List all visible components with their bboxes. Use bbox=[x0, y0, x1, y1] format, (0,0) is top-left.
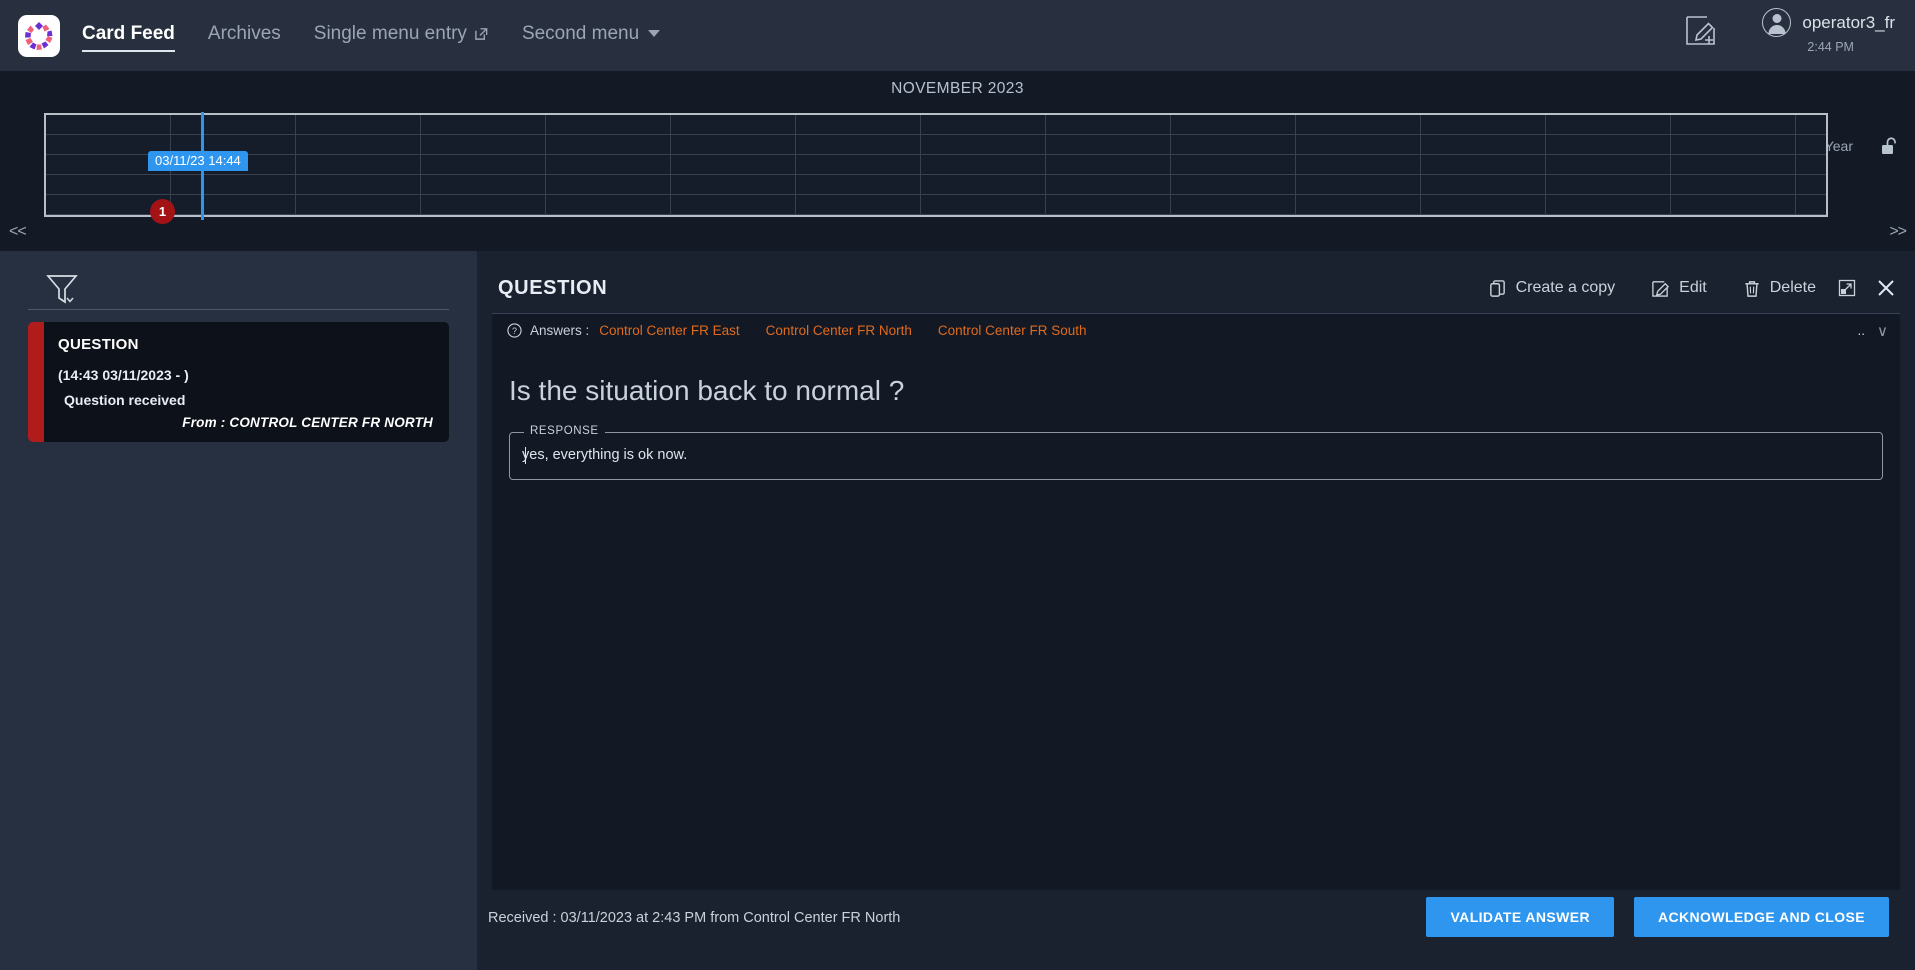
trash-icon bbox=[1743, 279, 1761, 298]
nav-item-card-feed-label: Card Feed bbox=[82, 23, 175, 45]
top-navigation-bar: Card Feed Archives Single menu entry Sec… bbox=[0, 0, 1915, 71]
edit-button[interactable]: Edit bbox=[1633, 279, 1725, 298]
chevron-down-icon bbox=[648, 30, 660, 37]
user-menu[interactable]: operator3_fr 2:44 PM bbox=[1762, 8, 1895, 54]
question-mark-icon: ? bbox=[507, 323, 522, 338]
response-input-wrapper[interactable]: RESPONSE yes, everything is ok now. bbox=[509, 432, 1883, 480]
nav-item-single-menu-entry[interactable]: Single menu entry bbox=[314, 23, 489, 49]
card-date: (14:43 03/11/2023 - ) bbox=[58, 367, 433, 383]
svg-text:?: ? bbox=[512, 326, 517, 336]
unlock-glyph bbox=[1881, 137, 1898, 155]
card-detail-panel: QUESTION Create a copy Edit bbox=[477, 251, 1915, 970]
detail-header: QUESTION Create a copy Edit bbox=[477, 263, 1915, 313]
page-title: QUESTION bbox=[498, 277, 607, 300]
answers-label: Answers : bbox=[530, 323, 589, 338]
close-icon bbox=[1876, 278, 1896, 298]
card-state: Question received bbox=[64, 392, 433, 408]
edit-pencil-icon bbox=[1651, 279, 1670, 298]
filter-divider bbox=[28, 309, 449, 310]
answers-expand-chevron-icon[interactable]: ∨ bbox=[1877, 322, 1888, 340]
timeline-grid[interactable] bbox=[44, 115, 1828, 215]
create-a-copy-label: Create a copy bbox=[1516, 279, 1616, 297]
app-logo[interactable] bbox=[18, 15, 60, 57]
footer-buttons: VALIDATE ANSWER ACKNOWLEDGE AND CLOSE bbox=[1426, 897, 1889, 937]
answers-bar: ? Answers : Control Center FR East Contr… bbox=[492, 314, 1900, 347]
timeline-month-label: NOVEMBER 2023 bbox=[0, 80, 1915, 98]
filter-funnel-icon[interactable] bbox=[45, 272, 79, 311]
card-title: QUESTION bbox=[58, 336, 433, 353]
expand-button[interactable] bbox=[1834, 279, 1868, 297]
funnel-glyph bbox=[45, 272, 79, 306]
card-from: From : CONTROL CENTER FR NORTH bbox=[58, 415, 433, 430]
user-time-label: 2:44 PM bbox=[1807, 40, 1854, 54]
user-avatar-icon bbox=[1762, 8, 1791, 37]
timeline-panel: NOVEMBER 2023 Real Time Day 7 Days Week … bbox=[0, 71, 1915, 251]
answer-chip[interactable]: Control Center FR North bbox=[766, 323, 912, 338]
username-label: operator3_fr bbox=[1802, 13, 1895, 33]
expand-icon bbox=[1838, 279, 1856, 297]
nav-item-single-menu-entry-label: Single menu entry bbox=[314, 23, 467, 45]
close-button[interactable] bbox=[1868, 278, 1900, 298]
response-label: RESPONSE bbox=[524, 425, 605, 437]
pencil-plus-icon bbox=[1684, 14, 1718, 48]
edit-label: Edit bbox=[1679, 279, 1707, 297]
detail-actions: Create a copy Edit Delete bbox=[1470, 278, 1915, 298]
response-input[interactable]: yes, everything is ok now. bbox=[522, 447, 687, 463]
text-caret bbox=[525, 447, 526, 464]
create-a-copy-button[interactable]: Create a copy bbox=[1470, 279, 1634, 298]
nav-item-archives[interactable]: Archives bbox=[208, 23, 281, 49]
nav-item-second-menu-label: Second menu bbox=[522, 23, 639, 45]
answer-chip[interactable]: Control Center FR South bbox=[938, 323, 1087, 338]
received-info: Received : 03/11/2023 at 2:43 PM from Co… bbox=[488, 910, 900, 926]
card-severity-bar bbox=[28, 322, 44, 442]
answers-more-button[interactable]: .. bbox=[1858, 323, 1866, 338]
timeline-next-button[interactable]: >> bbox=[1889, 223, 1906, 241]
acknowledge-and-close-button[interactable]: ACKNOWLEDGE AND CLOSE bbox=[1634, 897, 1889, 937]
filter-row bbox=[0, 251, 477, 310]
card-feed-panel: QUESTION (14:43 03/11/2023 - ) Question … bbox=[0, 251, 477, 970]
timeline-event-badge[interactable]: 1 bbox=[150, 199, 175, 224]
unlock-icon[interactable] bbox=[1881, 137, 1898, 158]
delete-button[interactable]: Delete bbox=[1725, 279, 1834, 298]
copy-icon bbox=[1488, 279, 1507, 298]
card-body: Is the situation back to normal ? RESPON… bbox=[492, 347, 1900, 970]
timeline-cursor-label: 03/11/23 14:44 bbox=[148, 151, 248, 171]
nav-item-archives-label: Archives bbox=[208, 23, 281, 45]
delete-label: Delete bbox=[1770, 279, 1816, 297]
create-new-card-button[interactable] bbox=[1684, 14, 1718, 53]
timeline-prev-button[interactable]: << bbox=[9, 223, 26, 241]
user-row: operator3_fr bbox=[1762, 8, 1895, 37]
external-link-icon bbox=[474, 26, 489, 41]
question-text: Is the situation back to normal ? bbox=[509, 375, 904, 407]
nav-right-group: operator3_fr 2:44 PM bbox=[1684, 0, 1915, 71]
validate-answer-button[interactable]: VALIDATE ANSWER bbox=[1426, 897, 1614, 937]
nav-item-card-feed[interactable]: Card Feed bbox=[82, 23, 175, 49]
response-input-value: yes, everything is ok now. bbox=[522, 447, 687, 463]
detail-footer: Received : 03/11/2023 at 2:43 PM from Co… bbox=[477, 890, 1915, 970]
list-item[interactable]: QUESTION (14:43 03/11/2023 - ) Question … bbox=[28, 322, 449, 442]
card-list: QUESTION (14:43 03/11/2023 - ) Question … bbox=[28, 322, 449, 442]
logo-icon bbox=[24, 21, 54, 51]
nav-item-second-menu[interactable]: Second menu bbox=[522, 23, 660, 49]
answer-chip[interactable]: Control Center FR East bbox=[599, 323, 739, 338]
